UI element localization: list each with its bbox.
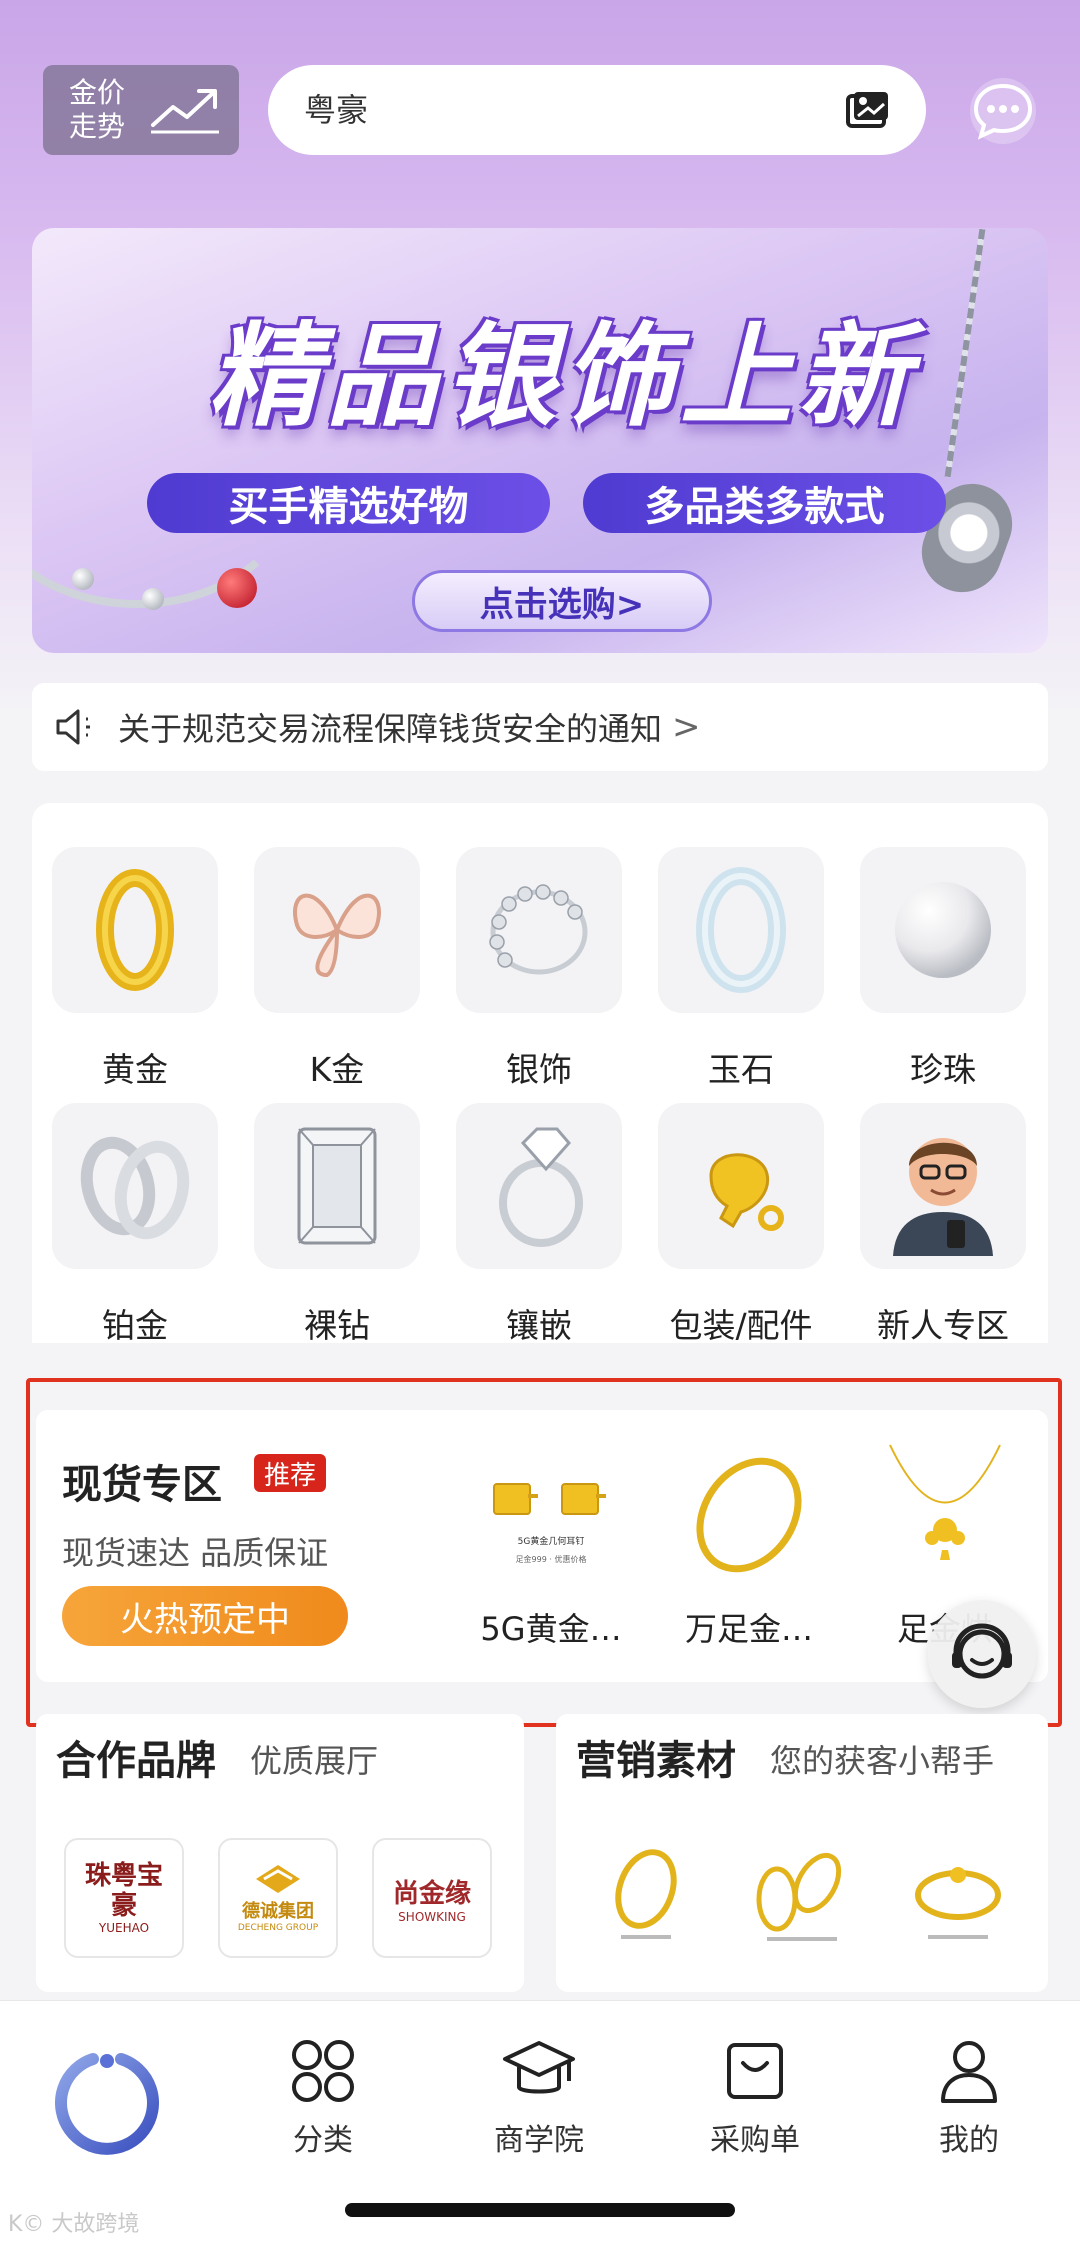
search-bar[interactable] — [268, 65, 926, 155]
brand-en: DECHENG GROUP — [237, 1923, 319, 1933]
solitaire-ring-icon — [456, 1103, 622, 1269]
brand-name: 珠粤宝豪 — [84, 1861, 163, 1921]
message-button[interactable] — [970, 78, 1036, 144]
category-label: 珍珠 — [910, 1050, 976, 1089]
marketing-title: 营销素材 — [576, 1738, 736, 1784]
customer-service-button[interactable] — [928, 1600, 1036, 1708]
bead-image — [142, 588, 164, 610]
home-logo-icon — [55, 2053, 159, 2155]
tab-label: 分类 — [293, 2123, 353, 2158]
silver-ring-icon — [456, 847, 622, 1013]
trend-chart-icon — [151, 89, 219, 134]
header: 金价走势 — [0, 0, 1080, 200]
category-newcomer[interactable]: 新人专区 — [858, 1103, 1028, 1347]
tab-mine[interactable]: 我的 — [894, 2037, 1044, 2159]
speaker-icon — [56, 709, 90, 745]
partner-brands-title: 合作品牌 — [56, 1738, 216, 1784]
tab-label: 商学院 — [494, 2123, 584, 2158]
category-label: 黄金 — [102, 1050, 168, 1089]
decheng-emblem-icon — [256, 1865, 300, 1893]
category-k-gold[interactable]: K金 — [252, 847, 422, 1091]
home-tab[interactable] — [55, 2051, 159, 2155]
category-label: 铂金 — [102, 1306, 168, 1345]
bead-image — [72, 568, 94, 590]
butterfly-pendant-icon — [254, 847, 420, 1013]
search-input[interactable] — [304, 91, 846, 129]
user-icon — [941, 2041, 997, 2103]
jade-bangle-icon — [658, 847, 824, 1013]
tab-label: 采购单 — [710, 2123, 800, 2158]
category-jade[interactable]: 玉石 — [656, 847, 826, 1091]
brand-name: 德诚集团 — [242, 1901, 314, 1922]
category-inlay[interactable]: 镶嵌 — [454, 1103, 624, 1347]
tab-purchase-order[interactable]: 采购单 — [680, 2037, 830, 2159]
category-pearl[interactable]: 珍珠 — [858, 847, 1028, 1091]
partner-brands-panel[interactable]: 合作品牌 优质展厅 珠粤宝豪 YUEHAO 德诚集团 DECHENG GROUP… — [36, 1714, 524, 1992]
platinum-rings-icon — [52, 1103, 218, 1269]
category-label: 包装/配件 — [669, 1306, 813, 1345]
banner-title: 精品银饰上新 — [208, 312, 916, 442]
notice-text: 关于规范交易流程保障钱货安全的通知 — [118, 710, 663, 748]
gold-ring-icon — [52, 847, 218, 1013]
brand-showking-logo[interactable]: 尚金缘 SHOWKING — [372, 1838, 492, 1958]
category-grid-icon — [292, 2040, 354, 2102]
banner-shop-button[interactable]: 点击选购> — [412, 570, 712, 632]
gold-price-trend-button[interactable]: 金价走势 — [43, 65, 239, 155]
promo-banner[interactable]: 精品银饰上新 买手精选好物 多品类多款式 点击选购> — [32, 228, 1048, 653]
red-charm-image — [217, 568, 257, 608]
marketing-subtitle: 您的获客小帮手 — [770, 1742, 995, 1780]
banner-tag-right: 多品类多款式 — [583, 473, 946, 533]
tab-label: 我的 — [939, 2123, 999, 2158]
brand-en: SHOWKING — [398, 1909, 466, 1924]
category-label: 玉石 — [708, 1050, 774, 1089]
marketing-image-rings[interactable] — [732, 1834, 872, 1954]
brand-name: 尚金缘 — [392, 1878, 471, 1909]
marketing-materials-panel[interactable]: 营销素材 您的获客小帮手 — [556, 1714, 1048, 1992]
clasp-icon — [658, 1103, 824, 1269]
marketing-image-ring-2[interactable] — [888, 1834, 1028, 1954]
gold-trend-label: 金价走势 — [69, 76, 126, 143]
tab-business-school[interactable]: 商学院 — [464, 2037, 614, 2159]
category-label: 裸钻 — [304, 1306, 370, 1345]
category-silver[interactable]: 银饰 — [454, 847, 624, 1091]
category-label: 镶嵌 — [506, 1306, 572, 1345]
newcomer-avatar-icon — [860, 1103, 1026, 1269]
pearl-icon — [860, 847, 1026, 1013]
brand-en: YUEHAO — [98, 1921, 150, 1935]
highlight-outline — [26, 1378, 1062, 1727]
category-gold[interactable]: 黄金 — [50, 847, 220, 1091]
chevron-right-icon: > — [672, 707, 701, 747]
watermark: K© 大故跨境 — [8, 2212, 140, 2237]
diamond-icon — [254, 1103, 420, 1269]
category-label: 银饰 — [506, 1050, 572, 1089]
category-label: K金 — [309, 1050, 365, 1089]
category-platinum[interactable]: 铂金 — [50, 1103, 220, 1347]
shopping-bag-icon — [727, 2043, 783, 2099]
notice-bar[interactable]: 关于规范交易流程保障钱货安全的通知 > — [32, 683, 1048, 771]
banner-tag-left: 买手精选好物 — [147, 473, 550, 533]
category-packaging[interactable]: 包装/配件 — [656, 1103, 826, 1347]
image-search-icon[interactable] — [846, 90, 890, 130]
category-label: 新人专区 — [877, 1306, 1009, 1345]
brand-decheng-logo[interactable]: 德诚集团 DECHENG GROUP — [218, 1838, 338, 1958]
category-loose-diamond[interactable]: 裸钻 — [252, 1103, 422, 1347]
tab-category[interactable]: 分类 — [248, 2037, 398, 2159]
graduation-cap-icon — [503, 2041, 575, 2094]
headset-icon — [952, 1623, 1012, 1679]
brand-yuehao-logo[interactable]: 珠粤宝豪 YUEHAO — [64, 1838, 184, 1958]
marketing-image-ring[interactable] — [576, 1834, 716, 1954]
home-indicator-bar[interactable] — [345, 2203, 735, 2217]
category-grid: 黄金 K金 银饰 玉石 珍珠 铂金 裸钻 镶嵌 包装/配件 新人专区 — [32, 803, 1048, 1345]
chat-bubble-icon — [973, 83, 1033, 140]
partner-brands-subtitle: 优质展厅 — [250, 1742, 379, 1780]
